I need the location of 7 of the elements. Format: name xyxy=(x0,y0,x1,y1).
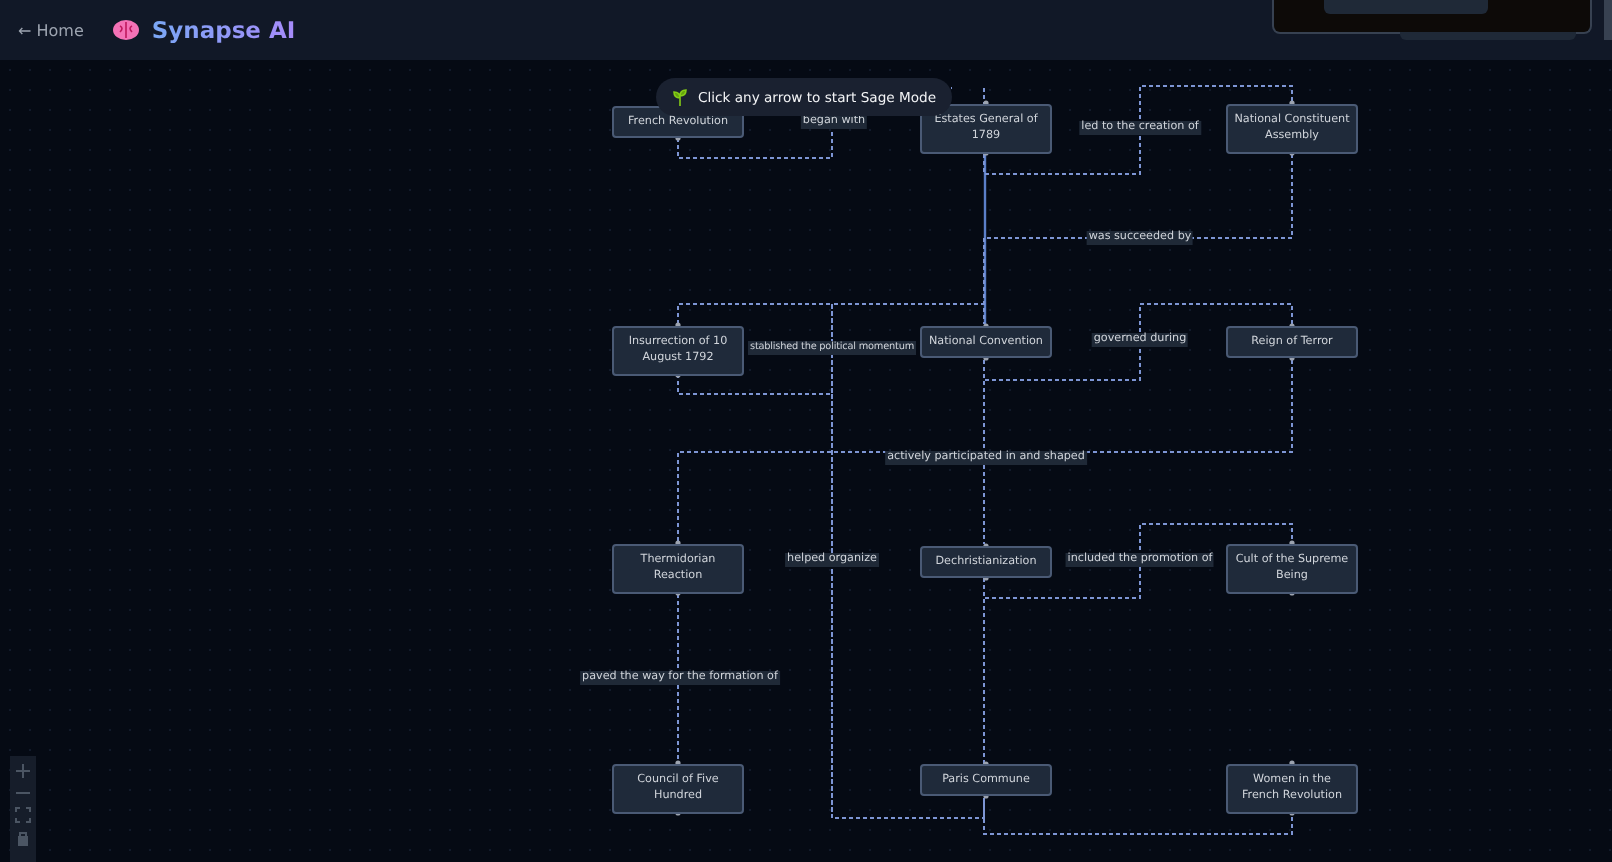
home-link[interactable]: ← Home xyxy=(18,21,84,39)
scrollbar xyxy=(1604,0,1612,40)
sprout-icon xyxy=(672,88,688,106)
brain-icon xyxy=(111,18,140,42)
connector-line[interactable] xyxy=(983,154,987,324)
app-title: Synapse AI xyxy=(151,16,296,44)
connector-line[interactable] xyxy=(677,593,679,765)
